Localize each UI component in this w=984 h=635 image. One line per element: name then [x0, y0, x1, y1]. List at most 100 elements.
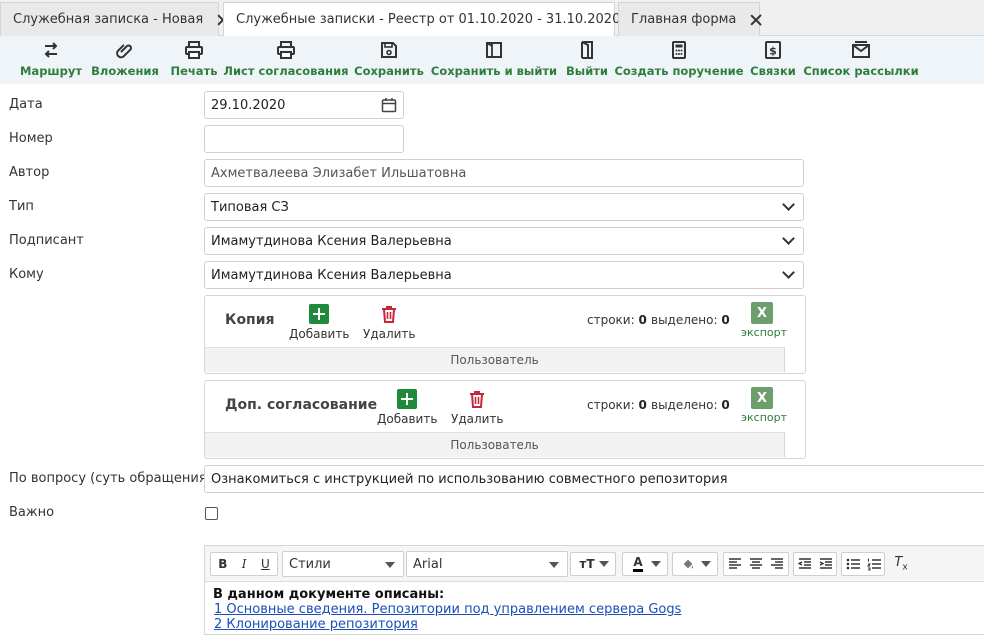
- copy-panel: Копия Добавить Удалить строки: 0 выделен…: [204, 295, 806, 374]
- number-field[interactable]: [204, 125, 404, 153]
- approval-add-button[interactable]: Добавить: [377, 389, 437, 426]
- editor-heading: В данном документе описаны:: [213, 587, 445, 602]
- bullet-list-icon[interactable]: [846, 557, 860, 571]
- indent-icon[interactable]: [819, 557, 833, 571]
- approval-delete-label: Удалить: [451, 412, 504, 426]
- approval-rows-stat: строки: 0: [587, 398, 647, 412]
- important-label: Важно: [9, 505, 55, 520]
- copy-export-label[interactable]: экспорт: [741, 326, 787, 339]
- approval-delete-button[interactable]: Удалить: [451, 389, 504, 426]
- caret-down-icon: [701, 561, 711, 567]
- number-label: Номер: [9, 131, 53, 146]
- excel-icon[interactable]: X: [751, 387, 773, 409]
- subject-label: По вопросу (суть обращения): [9, 471, 212, 486]
- italic-button[interactable]: I: [242, 557, 247, 571]
- caret-down-icon: [599, 561, 609, 567]
- route-button[interactable]: Маршрут: [20, 40, 82, 82]
- subject-field[interactable]: Ознакомиться с инструкцией по использова…: [204, 465, 984, 493]
- trash-icon: [470, 391, 485, 408]
- date-label: Дата: [9, 97, 43, 112]
- approval-panel-title: Доп. согласование: [225, 397, 378, 413]
- signer-select[interactable]: Имамутдинова Ксения Валерьевна: [204, 227, 804, 255]
- mailing-list-button[interactable]: Список рассылки: [803, 40, 919, 82]
- copy-delete-button[interactable]: Удалить: [363, 304, 416, 341]
- clear-format-icon: Tx: [894, 555, 908, 573]
- printer-icon: [185, 41, 203, 59]
- align-right-icon[interactable]: [770, 557, 784, 571]
- print-label: Печать: [170, 64, 218, 78]
- save-button[interactable]: Сохранить: [354, 40, 424, 82]
- exit-button[interactable]: Выйти: [566, 40, 608, 82]
- outdent-icon[interactable]: [797, 557, 812, 571]
- styles-value: Стили: [289, 556, 331, 572]
- font-value: Arial: [413, 556, 443, 572]
- approval-selected-count: 0: [721, 398, 730, 412]
- tab-memo-registry[interactable]: Служебные записки - Реестр от 01.10.2020…: [223, 2, 620, 36]
- font-size-button[interactable]: тT: [570, 552, 616, 576]
- approval-export-label[interactable]: экспорт: [741, 411, 787, 424]
- chevron-down-icon: [782, 266, 795, 279]
- svg-text:$: $: [769, 45, 777, 58]
- editor-content[interactable]: В данном документе описаны: 1 Основные с…: [213, 587, 681, 632]
- to-value: Имамутдинова Ксения Валерьевна: [211, 267, 452, 283]
- signer-value: Имамутдинова Ксения Валерьевна: [211, 233, 452, 249]
- author-field[interactable]: Ахметвалеева Элизабет Ильшатовна: [204, 159, 804, 187]
- bold-button[interactable]: B: [218, 557, 227, 571]
- mail-icon: [852, 41, 870, 58]
- to-select[interactable]: Имамутдинова Ксения Валерьевна: [204, 261, 804, 289]
- links-button[interactable]: $ Связки: [750, 40, 796, 82]
- approval-rows-count: 0: [638, 398, 647, 412]
- caret-down-icon: [549, 562, 559, 568]
- tab-main-form[interactable]: Главная форма: [618, 2, 760, 36]
- align-center-icon[interactable]: [749, 557, 763, 571]
- approval-add-label: Добавить: [377, 412, 438, 426]
- save-exit-label: Сохранить и выйти: [430, 64, 558, 78]
- door-icon: [581, 41, 593, 59]
- mailing-list-label: Список рассылки: [803, 64, 919, 78]
- copy-rows-stat: строки: 0: [587, 313, 647, 327]
- approval-rows-label: строки:: [587, 398, 635, 412]
- copy-add-button[interactable]: Добавить: [289, 304, 349, 341]
- type-select[interactable]: Типовая СЗ: [204, 193, 804, 221]
- print-button[interactable]: Печать: [170, 40, 218, 82]
- indent-group: [793, 552, 837, 576]
- approval-column-header[interactable]: Пользователь: [205, 432, 785, 457]
- create-task-button[interactable]: Создать поручение: [614, 40, 744, 82]
- chevron-down-icon: [782, 232, 795, 245]
- text-color-button[interactable]: A: [622, 552, 668, 576]
- book-exit-icon: [486, 42, 502, 58]
- calendar-icon[interactable]: [381, 97, 397, 113]
- styles-select[interactable]: Стили: [282, 551, 404, 577]
- copy-delete-label: Удалить: [363, 327, 416, 341]
- font-select[interactable]: Arial: [406, 551, 568, 577]
- underline-button[interactable]: U: [261, 557, 270, 571]
- tab-memo-new[interactable]: Служебная записка - Новая: [0, 2, 219, 36]
- numbered-list-icon[interactable]: [866, 557, 881, 571]
- clear-format-button[interactable]: Tx: [889, 552, 913, 576]
- tab-label: Служебные записки - Реестр от 01.10.2020…: [236, 12, 621, 27]
- date-field[interactable]: 29.10.2020: [204, 91, 404, 119]
- approval-sheet-button[interactable]: Лист согласования: [223, 40, 349, 82]
- tab-label: Служебная записка - Новая: [13, 12, 204, 27]
- route-icon: [44, 42, 58, 58]
- caret-down-icon: [651, 561, 661, 567]
- links-label: Связки: [750, 64, 796, 78]
- attachments-label: Вложения: [91, 64, 159, 78]
- trash-icon: [382, 306, 397, 323]
- copy-panel-title: Копия: [225, 312, 275, 328]
- chevron-down-icon: [782, 198, 795, 211]
- align-left-icon[interactable]: [728, 557, 742, 571]
- copy-rows-count: 0: [638, 313, 647, 327]
- editor-link-1[interactable]: 1 Основные сведения. Репозитории под упр…: [214, 602, 681, 617]
- excel-icon[interactable]: X: [751, 302, 773, 324]
- save-exit-button[interactable]: Сохранить и выйти: [431, 40, 557, 82]
- copy-column-header[interactable]: Пользователь: [205, 347, 785, 372]
- fill-color-button[interactable]: [672, 552, 718, 576]
- caret-down-icon: [385, 562, 395, 568]
- align-group: [723, 552, 789, 576]
- type-label: Тип: [9, 199, 34, 214]
- important-checkbox[interactable]: [205, 507, 218, 520]
- approval-panel: Доп. согласование Добавить Удалить строк…: [204, 380, 806, 459]
- attachments-button[interactable]: Вложения: [91, 40, 159, 82]
- route-label: Маршрут: [19, 64, 83, 78]
